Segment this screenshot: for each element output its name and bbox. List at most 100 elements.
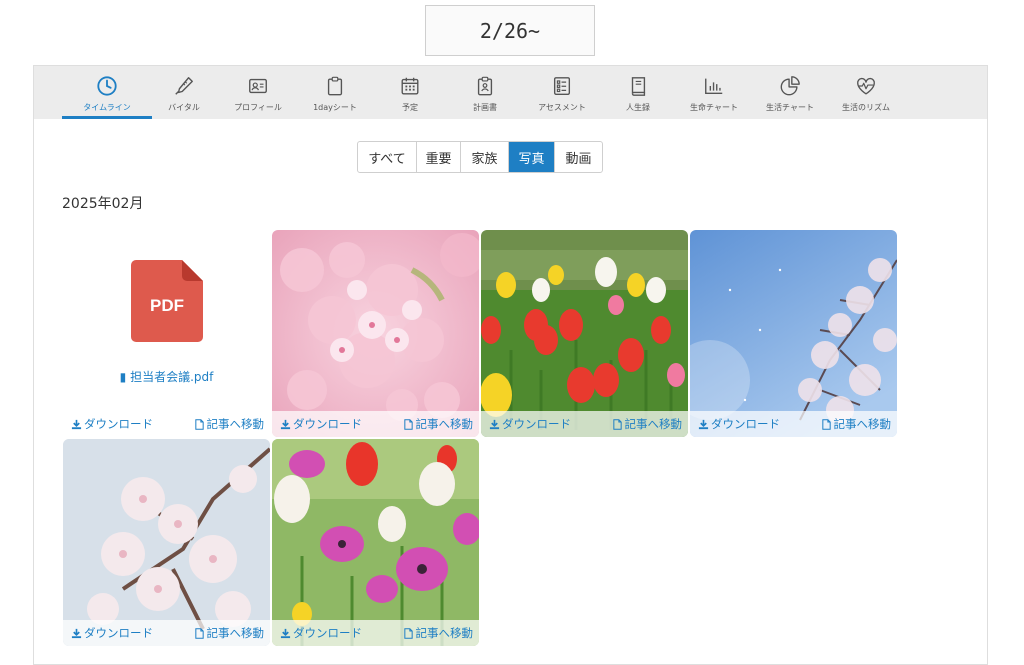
download-button[interactable]: ダウンロード: [280, 416, 362, 432]
card-actions: ダウンロード 記事へ移動: [272, 411, 479, 437]
document-icon: [403, 418, 413, 430]
tab-timeline[interactable]: タイムライン: [62, 66, 152, 119]
document-icon: [821, 418, 831, 430]
goto-label: 記事へ移動: [833, 417, 892, 431]
plan-clipboard-icon: [473, 74, 497, 98]
download-label: ダウンロード: [711, 417, 780, 431]
tab-label: アセスメント: [538, 103, 586, 112]
goto-label: 記事へ移動: [206, 417, 265, 431]
content-frame: タイムライン バイタル プロフィール 1dayシート 予定 計画書 アセスメント…: [33, 65, 988, 665]
card-actions: ダウンロード 記事へ移動: [63, 411, 270, 437]
tab-label: 生活のリズム: [842, 103, 890, 112]
photo-tulip-field[interactable]: [481, 230, 688, 437]
card-actions: ダウンロード 記事へ移動: [690, 411, 897, 437]
photo-white-cherry-blossoms[interactable]: [63, 439, 270, 646]
tab-label: タイムライン: [83, 103, 131, 112]
pie-chart-icon: [778, 74, 802, 98]
book-icon: [626, 74, 650, 98]
tab-label: プロフィール: [234, 103, 282, 112]
tab-label: 予定: [402, 103, 418, 112]
pdf-file-icon[interactable]: PDF: [131, 260, 203, 342]
calendar-icon: [398, 74, 422, 98]
download-button[interactable]: ダウンロード: [489, 416, 571, 432]
download-button[interactable]: ダウンロード: [280, 625, 362, 641]
goto-label: 記事へ移動: [415, 417, 474, 431]
document-icon: [194, 418, 204, 430]
tab-1day-sheet[interactable]: 1dayシート: [292, 66, 378, 119]
document-icon: [194, 627, 204, 639]
filter-video[interactable]: 動画: [555, 142, 602, 172]
tab-life-chart[interactable]: 生活チャート: [747, 66, 833, 119]
media-filter: すべて 重要 家族 写真 動画: [357, 141, 603, 173]
photo-card: ダウンロード 記事へ移動: [63, 439, 270, 646]
tab-schedule[interactable]: 予定: [367, 66, 453, 119]
card-actions: ダウンロード 記事へ移動: [481, 411, 688, 437]
pdf-filename: 担当者会議.pdf: [130, 370, 214, 384]
tab-label: 計画書: [473, 103, 497, 112]
tab-plan[interactable]: 計画書: [442, 66, 528, 119]
download-icon: [280, 628, 291, 638]
tab-bar: タイムライン バイタル プロフィール 1dayシート 予定 計画書 アセスメント…: [34, 66, 987, 119]
id-card-icon: [246, 74, 270, 98]
filter-important[interactable]: 重要: [417, 142, 461, 172]
download-label: ダウンロード: [84, 626, 153, 640]
card-actions: ダウンロード 記事へ移動: [63, 620, 270, 646]
pdf-filename-link[interactable]: ▮ 担当者会議.pdf: [63, 368, 270, 385]
pdf-card: PDF ▮ 担当者会議.pdf ダウンロード 記事へ移動: [63, 230, 270, 437]
tab-life-record[interactable]: 人生録: [595, 66, 681, 119]
tab-assessment[interactable]: アセスメント: [519, 66, 605, 119]
download-icon: [698, 419, 709, 429]
date-range-header: 2/26~: [425, 5, 595, 56]
filter-all[interactable]: すべて: [358, 142, 417, 172]
download-icon: [280, 419, 291, 429]
download-label: ダウンロード: [293, 417, 362, 431]
goto-article-button[interactable]: 記事へ移動: [821, 416, 892, 432]
photo-pink-cherry-blossoms[interactable]: [272, 230, 479, 437]
photo-card: ダウンロード 記事へ移動: [272, 439, 479, 646]
document-icon: [612, 418, 622, 430]
goto-label: 記事へ移動: [624, 417, 683, 431]
file-icon: ▮: [119, 370, 127, 384]
filter-family[interactable]: 家族: [461, 142, 509, 172]
download-label: ダウンロード: [502, 417, 571, 431]
photo-tulips-anemones[interactable]: [272, 439, 479, 646]
document-icon: [403, 627, 413, 639]
month-heading: 2025年02月: [62, 196, 144, 212]
tab-label: 生活チャート: [766, 103, 814, 112]
tab-label: バイタル: [168, 103, 200, 112]
goto-label: 記事へ移動: [415, 626, 474, 640]
active-tab-indicator: [62, 116, 152, 119]
goto-article-button[interactable]: 記事へ移動: [612, 416, 683, 432]
tab-vital-chart[interactable]: 生命チャート: [671, 66, 757, 119]
clock-icon: [95, 74, 119, 98]
card-actions: ダウンロード 記事へ移動: [272, 620, 479, 646]
photo-card: ダウンロード 記事へ移動: [481, 230, 688, 437]
download-icon: [489, 419, 500, 429]
tab-label: 生命チャート: [690, 103, 738, 112]
filter-photo[interactable]: 写真: [509, 142, 555, 172]
goto-article-button[interactable]: 記事へ移動: [403, 416, 474, 432]
download-icon: [71, 419, 82, 429]
download-button[interactable]: ダウンロード: [698, 416, 780, 432]
thermometer-icon: [172, 74, 196, 98]
download-label: ダウンロード: [293, 626, 362, 640]
goto-article-button[interactable]: 記事へ移動: [194, 416, 265, 432]
clipboard-icon: [323, 74, 347, 98]
goto-article-button[interactable]: 記事へ移動: [403, 625, 474, 641]
goto-article-button[interactable]: 記事へ移動: [194, 625, 265, 641]
download-icon: [71, 628, 82, 638]
checklist-icon: [550, 74, 574, 98]
photo-sky-cherry-branches[interactable]: [690, 230, 897, 437]
heartbeat-icon: [854, 74, 878, 98]
tab-life-rhythm[interactable]: 生活のリズム: [823, 66, 909, 119]
tab-profile[interactable]: プロフィール: [215, 66, 301, 119]
download-button[interactable]: ダウンロード: [71, 625, 153, 641]
tab-label: 人生録: [626, 103, 650, 112]
goto-label: 記事へ移動: [206, 626, 265, 640]
photo-card: ダウンロード 記事へ移動: [272, 230, 479, 437]
bar-chart-icon: [702, 74, 726, 98]
download-label: ダウンロード: [84, 417, 153, 431]
photo-card: ダウンロード 記事へ移動: [690, 230, 897, 437]
tab-label: 1dayシート: [313, 103, 357, 112]
download-button[interactable]: ダウンロード: [71, 416, 153, 432]
